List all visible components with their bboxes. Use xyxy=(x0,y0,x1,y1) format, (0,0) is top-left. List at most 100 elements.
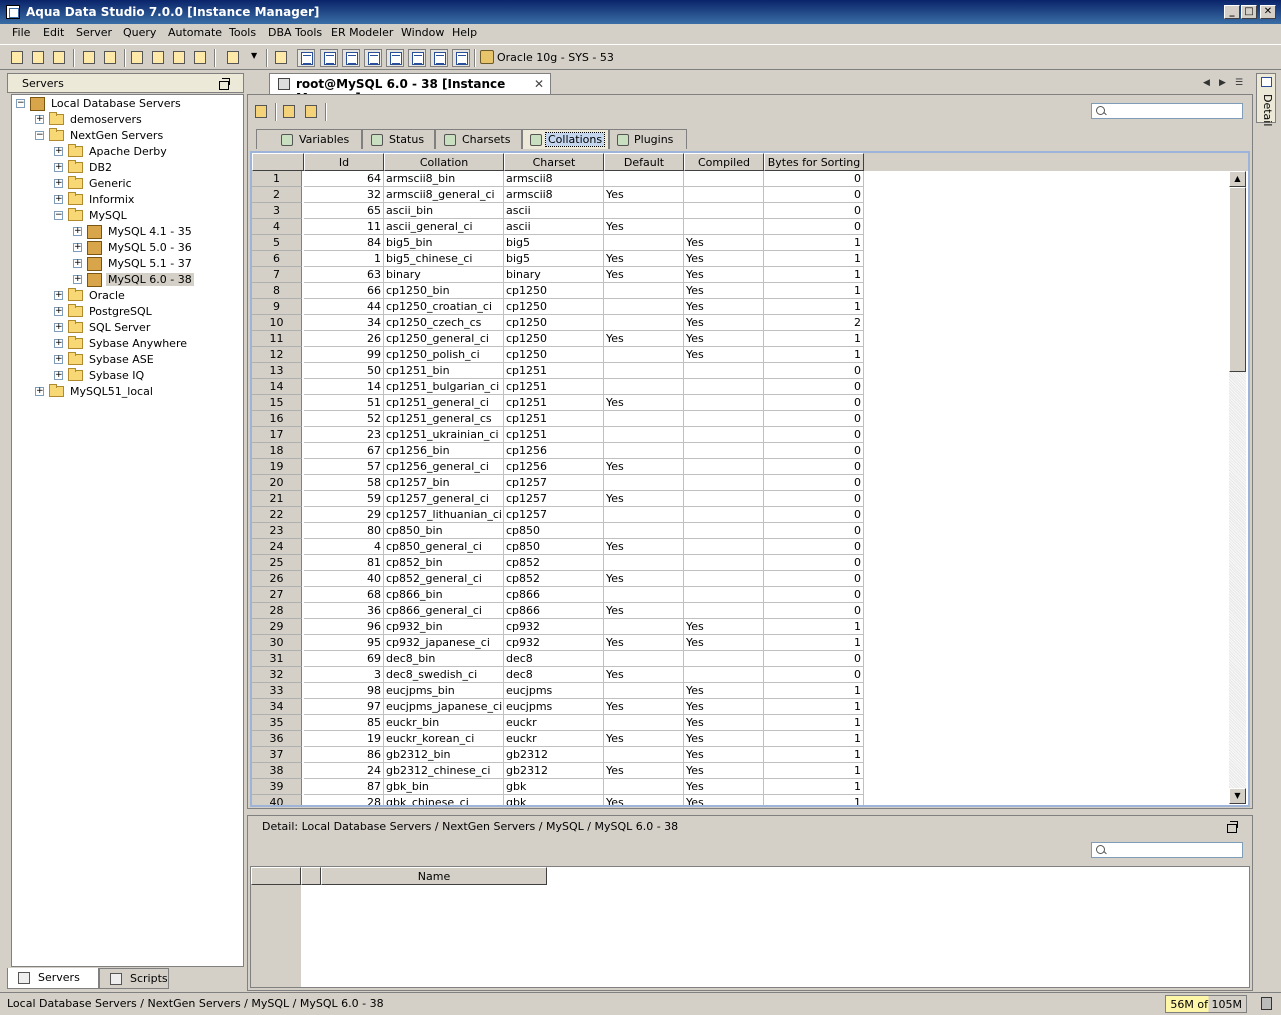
expand-icon[interactable]: + xyxy=(54,355,63,364)
table-cell[interactable]: armscii8_general_ci xyxy=(384,187,504,203)
table-cell[interactable]: cp852_bin xyxy=(384,555,504,571)
row-number[interactable]: 21 xyxy=(252,491,302,507)
table-cell[interactable]: gb2312 xyxy=(504,763,604,779)
table-cell[interactable]: 14 xyxy=(304,379,384,395)
table-cell[interactable]: Yes xyxy=(684,779,764,795)
table-cell[interactable]: cp932 xyxy=(504,635,604,651)
table-cell[interactable]: cp852 xyxy=(504,571,604,587)
table-cell[interactable] xyxy=(604,747,684,763)
tab-prev-icon[interactable]: ◀ xyxy=(1203,78,1210,88)
table-cell[interactable]: ascii xyxy=(504,203,604,219)
expand-icon[interactable]: + xyxy=(73,259,82,268)
table-cell[interactable]: Yes xyxy=(604,395,684,411)
layout-grid-6-icon[interactable] xyxy=(408,49,426,67)
table-cell[interactable]: 0 xyxy=(764,491,864,507)
table-cell[interactable]: 0 xyxy=(764,411,864,427)
table-cell[interactable] xyxy=(684,555,764,571)
table-cell[interactable]: cp1250_polish_ci xyxy=(384,347,504,363)
row-number[interactable]: 25 xyxy=(252,555,302,571)
table-cell[interactable]: euckr_korean_ci xyxy=(384,731,504,747)
expand-icon[interactable]: + xyxy=(54,147,63,156)
menu-er-modeler[interactable]: ER Modeler xyxy=(331,26,393,39)
schema-script-icon[interactable] xyxy=(170,49,188,67)
table-cell[interactable]: gbk xyxy=(504,795,604,805)
maximize-button[interactable]: □ xyxy=(1241,5,1257,19)
table-cell[interactable]: 1 xyxy=(764,347,864,363)
server-list-icon[interactable] xyxy=(272,49,290,67)
row-number[interactable]: 22 xyxy=(252,507,302,523)
table-cell[interactable]: big5 xyxy=(504,235,604,251)
table-cell[interactable]: 1 xyxy=(764,731,864,747)
tab-servers[interactable]: Servers xyxy=(7,968,99,989)
expand-icon[interactable]: + xyxy=(54,163,63,172)
table-cell[interactable]: 0 xyxy=(764,219,864,235)
table-cell[interactable]: cp1256_bin xyxy=(384,443,504,459)
table-cell[interactable]: 97 xyxy=(304,699,384,715)
expand-icon[interactable]: + xyxy=(54,195,63,204)
table-cell[interactable]: 0 xyxy=(764,571,864,587)
table-cell[interactable] xyxy=(604,715,684,731)
table-cell[interactable]: cp1257_bin xyxy=(384,475,504,491)
table-cell[interactable]: cp1250_general_ci xyxy=(384,331,504,347)
table-cell[interactable]: Yes xyxy=(684,315,764,331)
table-cell[interactable]: 66 xyxy=(304,283,384,299)
table-cell[interactable] xyxy=(684,571,764,587)
table-cell[interactable]: cp850 xyxy=(504,523,604,539)
expand-icon[interactable]: + xyxy=(54,307,63,316)
table-cell[interactable]: 51 xyxy=(304,395,384,411)
table-cell[interactable]: Yes xyxy=(604,699,684,715)
table-cell[interactable]: 1 xyxy=(304,251,384,267)
row-number[interactable]: 27 xyxy=(252,587,302,603)
expand-icon[interactable]: + xyxy=(54,179,63,188)
row-number[interactable]: 18 xyxy=(252,443,302,459)
table-cell[interactable]: gb2312 xyxy=(504,747,604,763)
detail-col-name[interactable]: Name xyxy=(321,867,547,885)
chevron-down-icon[interactable]: ▼ xyxy=(248,49,260,67)
table-cell[interactable]: Yes xyxy=(604,267,684,283)
row-number[interactable]: 32 xyxy=(252,667,302,683)
table-cell[interactable]: 1 xyxy=(764,331,864,347)
table-cell[interactable] xyxy=(684,539,764,555)
table-cell[interactable]: 86 xyxy=(304,747,384,763)
table-cell[interactable]: gbk_bin xyxy=(384,779,504,795)
register-icon[interactable] xyxy=(80,49,98,67)
table-cell[interactable]: eucjpms xyxy=(504,699,604,715)
pin-icon[interactable] xyxy=(280,103,298,121)
table-cell[interactable]: Yes xyxy=(684,715,764,731)
table-cell[interactable] xyxy=(604,587,684,603)
table-cell[interactable] xyxy=(684,491,764,507)
row-number[interactable]: 38 xyxy=(252,763,302,779)
menu-dba-tools[interactable]: DBA Tools xyxy=(268,26,322,39)
row-number[interactable]: 17 xyxy=(252,427,302,443)
unregister-icon[interactable] xyxy=(101,49,119,67)
detail-grid[interactable]: Name xyxy=(250,866,1250,988)
table-cell[interactable]: Yes xyxy=(604,667,684,683)
table-cell[interactable]: 0 xyxy=(764,475,864,491)
table-cell[interactable]: Yes xyxy=(604,219,684,235)
table-cell[interactable]: 1 xyxy=(764,779,864,795)
query-analyzer-icon[interactable] xyxy=(149,49,167,67)
table-cell[interactable]: 0 xyxy=(764,667,864,683)
menu-edit[interactable]: Edit xyxy=(43,26,64,39)
table-cell[interactable]: 0 xyxy=(764,651,864,667)
table-cell[interactable]: 34 xyxy=(304,315,384,331)
minimize-button[interactable]: _ xyxy=(1224,5,1240,19)
table-cell[interactable] xyxy=(684,203,764,219)
table-cell[interactable]: 32 xyxy=(304,187,384,203)
table-cell[interactable] xyxy=(684,459,764,475)
table-cell[interactable]: 26 xyxy=(304,331,384,347)
layout-grid-8-icon[interactable] xyxy=(452,49,470,67)
table-cell[interactable] xyxy=(604,443,684,459)
table-cell[interactable] xyxy=(604,347,684,363)
table-cell[interactable]: Yes xyxy=(684,683,764,699)
row-number[interactable]: 1 xyxy=(252,171,302,187)
table-cell[interactable]: 0 xyxy=(764,427,864,443)
table-cell[interactable]: cp1250 xyxy=(504,315,604,331)
scrollbar-thumb[interactable] xyxy=(1229,187,1246,372)
table-cell[interactable]: 57 xyxy=(304,459,384,475)
table-cell[interactable]: cp852_general_ci xyxy=(384,571,504,587)
row-number[interactable]: 4 xyxy=(252,219,302,235)
row-number[interactable]: 31 xyxy=(252,651,302,667)
layout-grid-7-icon[interactable] xyxy=(430,49,448,67)
table-cell[interactable]: Yes xyxy=(604,331,684,347)
